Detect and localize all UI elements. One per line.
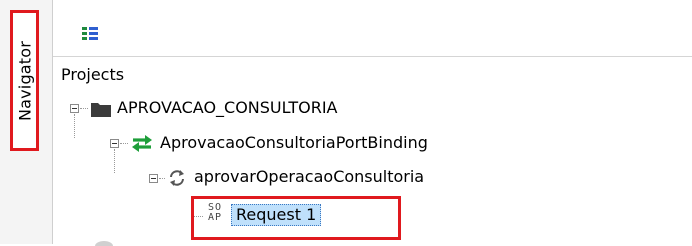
cycle-arrows-icon <box>170 170 184 186</box>
tree-connector <box>74 114 76 138</box>
list-tree-icon[interactable] <box>82 27 98 41</box>
folder-icon <box>91 103 111 117</box>
binding-label[interactable]: AprovacaoConsultoriaPortBinding <box>160 133 428 153</box>
project-tree: Projects APROVACAO_CONSULTORIA Aprovacao… <box>53 56 692 246</box>
binding-expander-icon[interactable] <box>110 139 119 148</box>
project-label[interactable]: APROVACAO_CONSULTORIA <box>117 98 338 118</box>
tree-root-label[interactable]: Projects <box>61 65 124 85</box>
project-expander-icon[interactable] <box>70 104 79 113</box>
tree-connector <box>80 108 88 110</box>
operation-expander-icon[interactable] <box>149 174 158 183</box>
request-highlight-box <box>191 196 401 240</box>
navigator-tab[interactable]: Navigator <box>10 10 39 151</box>
navigator-toolbar <box>53 0 692 57</box>
operation-label[interactable]: aprovarOperacaoConsultoria <box>194 167 424 187</box>
tree-connector <box>159 178 165 180</box>
side-strip: Navigator <box>0 0 53 244</box>
exchange-arrows-icon <box>132 135 152 152</box>
tree-connector <box>120 143 128 145</box>
navigator-tab-label: Navigator <box>15 40 34 121</box>
navigator-panel: Projects APROVACAO_CONSULTORIA Aprovacao… <box>53 0 692 246</box>
tree-connector <box>114 149 116 173</box>
partial-node-icon <box>95 241 113 246</box>
